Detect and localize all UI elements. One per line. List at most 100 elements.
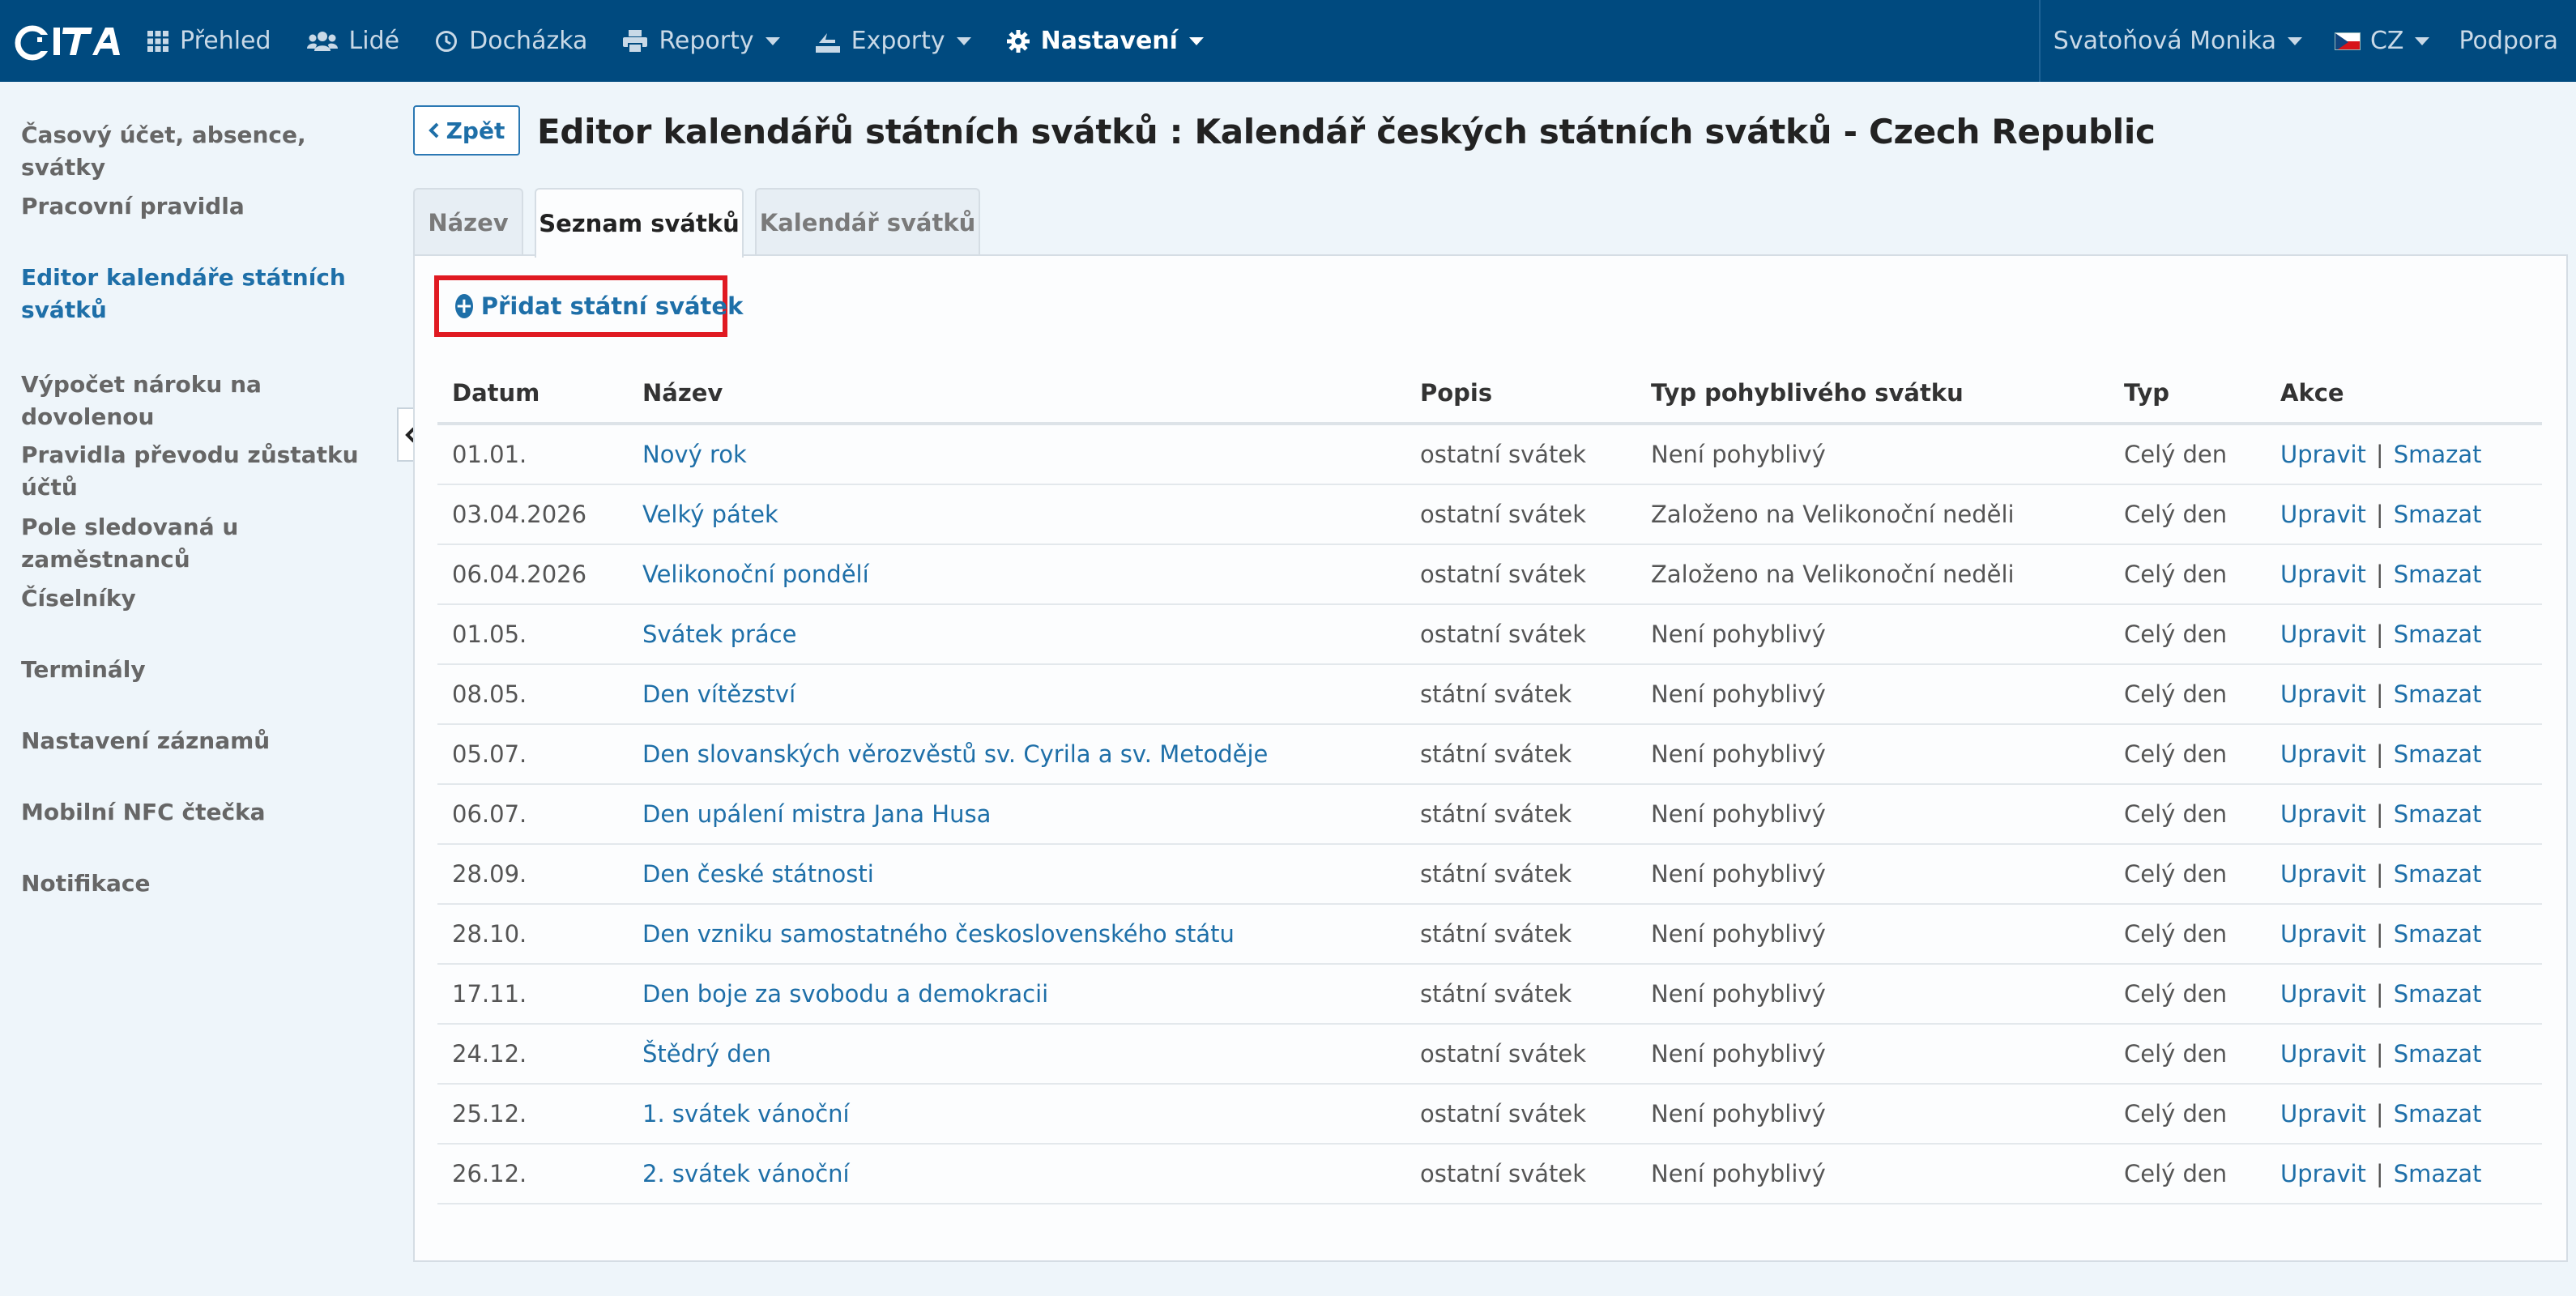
sidebar-item[interactable]: Nastavení záznamů — [21, 725, 386, 757]
column-header-popis[interactable]: Popis — [1420, 364, 1492, 422]
sidebar-item[interactable]: Číselníky — [21, 582, 386, 615]
holiday-name-link[interactable]: Štědrý den — [642, 1025, 771, 1083]
nav-item-dochazka[interactable]: Docházka — [417, 0, 605, 82]
sidebar-item[interactable]: Pracovní pravidla — [21, 190, 386, 223]
cell-type: Celý den — [2124, 1040, 2228, 1068]
holiday-name-link[interactable]: Svátek práce — [642, 605, 796, 663]
user-menu[interactable]: Svatoňová Monika — [2041, 0, 2318, 82]
holiday-name-link[interactable]: Den české státnosti — [642, 845, 874, 903]
sidebar-item[interactable]: Notifikace — [21, 868, 386, 900]
action-separator: | — [2375, 1160, 2384, 1187]
edit-link[interactable]: Upravit — [2280, 620, 2366, 648]
sidebar-item[interactable]: Mobilní NFC čtečka — [21, 796, 386, 829]
cell-description: ostatní svátek — [1420, 620, 1587, 648]
sidebar-item[interactable]: Časový účet, absence, svátky — [21, 119, 386, 184]
edit-link[interactable]: Upravit — [2280, 860, 2366, 888]
delete-link[interactable]: Smazat — [2394, 561, 2482, 588]
column-header-typ-pohybliveho-svatku[interactable]: Typ pohyblivého svátku — [1651, 364, 1964, 422]
cell-type: Celý den — [2124, 920, 2228, 948]
sidebar-item[interactable]: Výpočet nároku na dovolenou — [21, 369, 386, 433]
sidebar-item[interactable]: Pole sledovaná u zaměstnanců — [21, 511, 386, 576]
chevron-down-icon — [2415, 36, 2430, 45]
support-link[interactable]: Podpora — [2446, 0, 2576, 82]
back-button[interactable]: Zpět — [413, 105, 520, 156]
cell-movable-type: Není pohyblivý — [1651, 1100, 1826, 1128]
cell-description: ostatní svátek — [1420, 1100, 1587, 1128]
chevron-down-icon — [1188, 36, 1204, 45]
edit-link[interactable]: Upravit — [2280, 740, 2366, 768]
add-holiday-button[interactable]: + Přidat státní svátek — [434, 275, 743, 337]
sidebar-item[interactable]: Terminály — [21, 654, 386, 686]
holiday-name-link[interactable]: Nový rok — [642, 425, 747, 484]
edit-link[interactable]: Upravit — [2280, 980, 2366, 1008]
delete-link[interactable]: Smazat — [2394, 680, 2482, 708]
edit-link[interactable]: Upravit — [2280, 1100, 2366, 1128]
delete-link[interactable]: Smazat — [2394, 620, 2482, 648]
column-header-nazev[interactable]: Název — [642, 364, 723, 422]
cell-movable-type: Není pohyblivý — [1651, 1160, 1826, 1187]
nav-item-label: Přehled — [180, 27, 271, 55]
action-separator: | — [2375, 441, 2384, 468]
delete-link[interactable]: Smazat — [2394, 740, 2482, 768]
action-separator: | — [2375, 980, 2384, 1008]
action-separator: | — [2375, 860, 2384, 888]
delete-link[interactable]: Smazat — [2394, 1100, 2482, 1128]
column-header-typ[interactable]: Typ — [2124, 364, 2169, 422]
delete-link[interactable]: Smazat — [2394, 800, 2482, 828]
holiday-name-link[interactable]: Den vítězství — [642, 665, 795, 723]
edit-link[interactable]: Upravit — [2280, 800, 2366, 828]
edit-link[interactable]: Upravit — [2280, 1040, 2366, 1068]
table-row: 03.04.2026 Velký pátek ostatní svátek Založ… — [437, 485, 2542, 545]
cell-movable-type: Není pohyblivý — [1651, 620, 1826, 648]
delete-link[interactable]: Smazat — [2394, 1040, 2482, 1068]
table-header: Datum Název Popis Typ pohyblivého svátku… — [437, 364, 2542, 425]
table-row: 28.10. Den vzniku samostatného českoslove… — [437, 905, 2542, 965]
nav-item-lide[interactable]: Lidé — [289, 0, 418, 82]
nav-item-nastaveni[interactable]: Nastavení — [989, 0, 1222, 82]
edit-link[interactable]: Upravit — [2280, 441, 2366, 468]
cell-movable-type: Není pohyblivý — [1651, 1040, 1826, 1068]
nav-item-prehled[interactable]: Přehled — [128, 0, 289, 82]
cell-actions: Upravit | Smazat — [2280, 665, 2482, 723]
edit-link[interactable]: Upravit — [2280, 1160, 2366, 1187]
edit-link[interactable]: Upravit — [2280, 501, 2366, 528]
delete-link[interactable]: Smazat — [2394, 920, 2482, 948]
holiday-name-link[interactable]: Den boje za svobodu a demokracii — [642, 965, 1048, 1023]
edit-link[interactable]: Upravit — [2280, 561, 2366, 588]
edit-link[interactable]: Upravit — [2280, 920, 2366, 948]
plus-circle-icon: + — [455, 294, 473, 318]
nav-item-reporty[interactable]: Reporty — [605, 0, 797, 82]
tab-seznam-svatku[interactable]: Seznam svátků — [535, 188, 744, 258]
sidebar-item[interactable]: Pravidla převodu zůstatku účtů — [21, 439, 386, 504]
cell-actions: Upravit | Smazat — [2280, 485, 2482, 544]
tab-kalendar-svatku[interactable]: Kalendář svátků — [755, 188, 980, 256]
edit-link[interactable]: Upravit — [2280, 680, 2366, 708]
delete-link[interactable]: Smazat — [2394, 860, 2482, 888]
delete-link[interactable]: Smazat — [2394, 980, 2482, 1008]
cell-actions: Upravit | Smazat — [2280, 1145, 2482, 1203]
delete-link[interactable]: Smazat — [2394, 441, 2482, 468]
holiday-name-link[interactable]: 2. svátek vánoční — [642, 1145, 850, 1203]
chevron-down-icon — [765, 36, 780, 45]
tab-nazev[interactable]: Název — [413, 188, 523, 256]
holiday-name-link[interactable]: Velký pátek — [642, 485, 778, 544]
holiday-name-link[interactable]: 1. svátek vánoční — [642, 1085, 850, 1143]
app-logo[interactable] — [0, 0, 128, 82]
cell-date: 28.10. — [452, 920, 527, 948]
cell-type: Celý den — [2124, 561, 2228, 588]
cell-description: ostatní svátek — [1420, 441, 1587, 468]
holiday-name-link[interactable]: Den upálení mistra Jana Husa — [642, 785, 991, 843]
nav-item-exporty[interactable]: Exporty — [798, 0, 989, 82]
holiday-name-link[interactable]: Velikonoční pondělí — [642, 545, 869, 603]
delete-link[interactable]: Smazat — [2394, 1160, 2482, 1187]
sidebar-item[interactable]: Editor kalendáře státních svátků — [21, 262, 386, 326]
delete-link[interactable]: Smazat — [2394, 501, 2482, 528]
column-header-datum[interactable]: Datum — [452, 364, 540, 422]
grid-icon — [147, 30, 168, 52]
tab-label: Seznam svátků — [539, 210, 740, 237]
language-menu[interactable]: CZ — [2318, 0, 2446, 82]
holiday-name-link[interactable]: Den vzniku samostatného československého… — [642, 905, 1235, 963]
top-navbar: Přehled Lidé Docházka Reporty Exporty Nastave… — [0, 0, 2576, 82]
holiday-name-link[interactable]: Den slovanských věrozvěstů sv. Cyrila a … — [642, 725, 1268, 783]
cell-date: 26.12. — [452, 1160, 527, 1187]
